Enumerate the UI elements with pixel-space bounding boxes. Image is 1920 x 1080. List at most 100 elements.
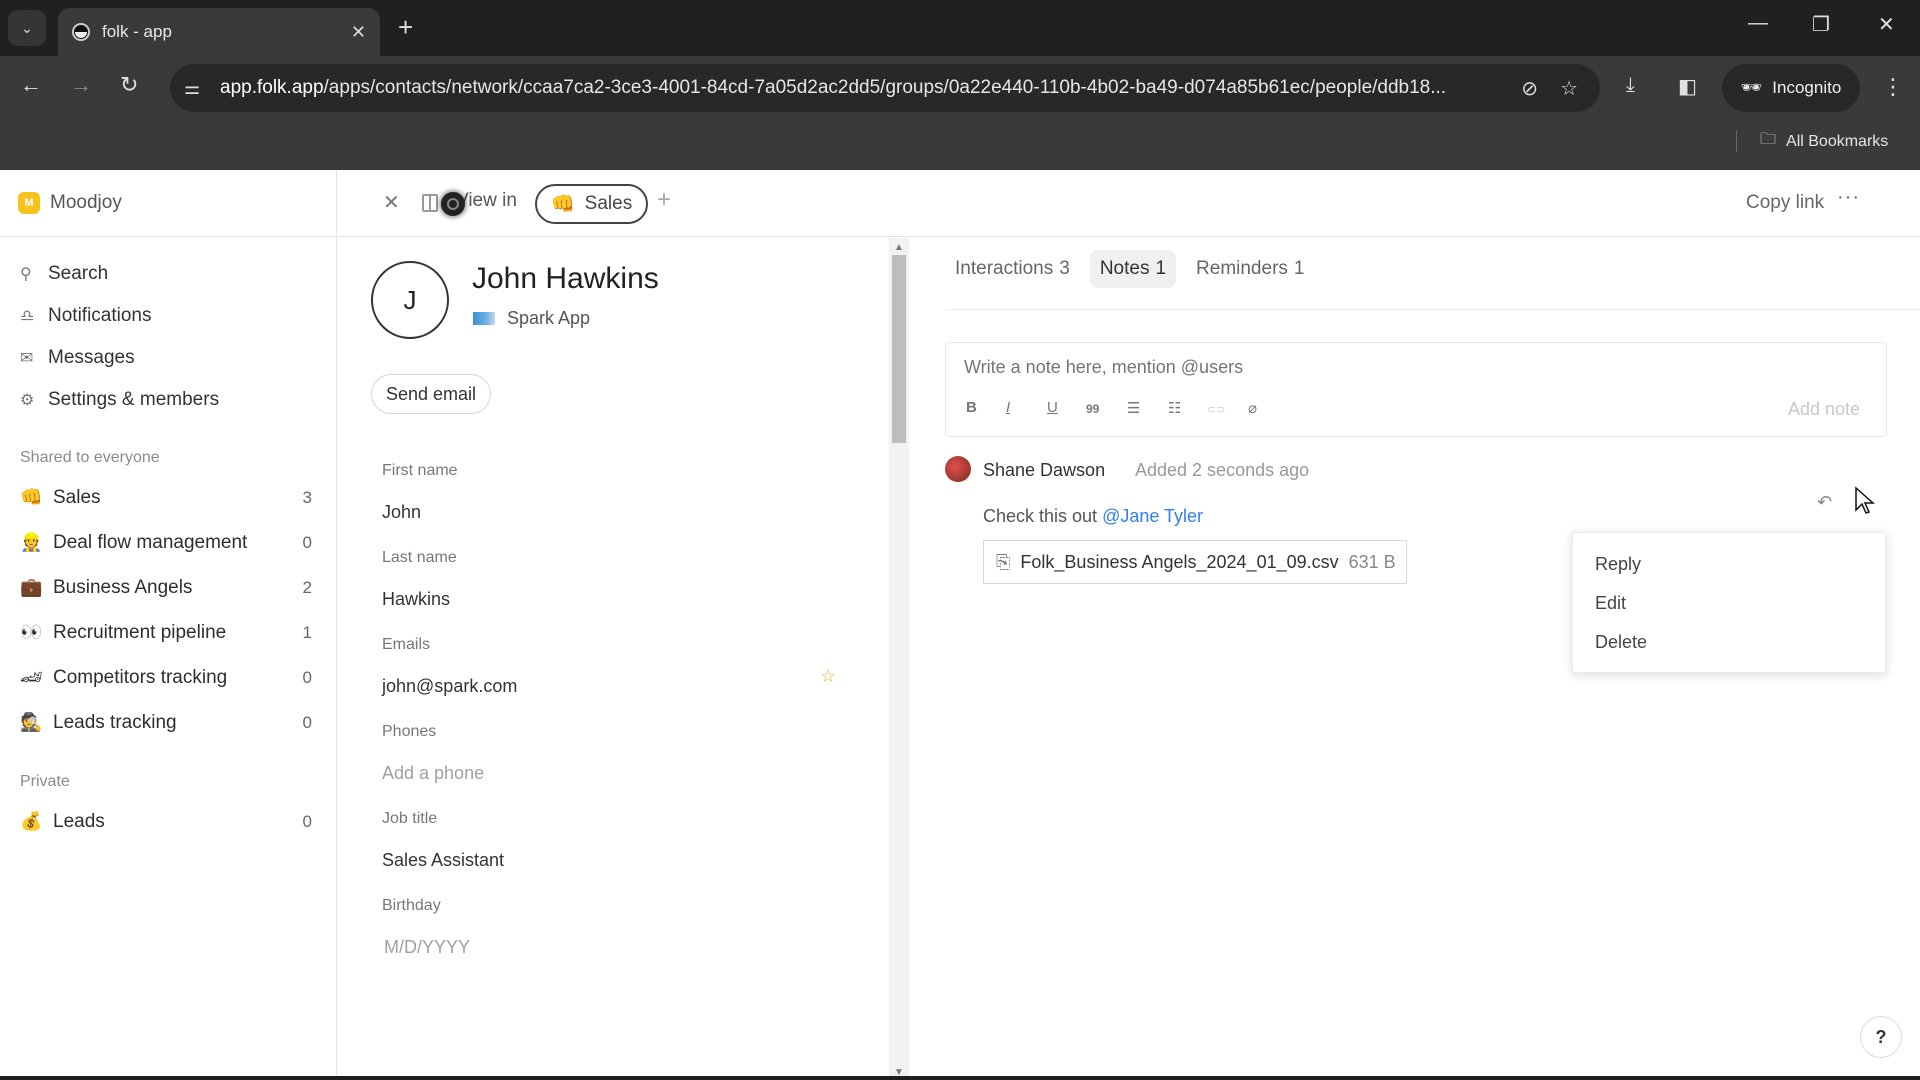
more-options-button[interactable]: ··· [1837, 186, 1860, 209]
note-context-menu: Reply Edit Delete [1572, 532, 1886, 673]
close-tab-icon[interactable]: ✕ [351, 22, 366, 43]
contact-name[interactable]: John Hawkins [472, 262, 659, 296]
browser-toolbar: ← → ↻ ⚌ app.folk.app/apps/contacts/netwo… [0, 56, 1920, 120]
quote-icon[interactable]: 99 [1086, 402, 1099, 416]
bookmark-star-icon[interactable]: ☆ [1560, 76, 1578, 101]
new-tab-button[interactable]: + [398, 12, 413, 43]
sidebar-group-business-angels[interactable]: 💼 Business Angels 2 [0, 565, 336, 610]
tab-reminders[interactable]: Reminders 1 [1186, 250, 1314, 288]
last-name-value[interactable]: Hawkins [382, 589, 457, 610]
group-count: 0 [302, 712, 312, 732]
sidebar-item-messages[interactable]: ✉ Messages [0, 337, 336, 379]
restore-button[interactable]: ❐ [1812, 12, 1830, 37]
favicon-icon [72, 23, 90, 41]
paperclip-icon: ⎘ [996, 551, 1011, 572]
field-last-name: Last name Hawkins [382, 549, 457, 610]
contact-scrollbar[interactable]: ▲ ▼ [889, 238, 909, 1080]
worker-icon: 👷 [20, 532, 43, 552]
sidebar-nav: ⚲ Search ♎ Notifications ✉ Messages ⚙ Se… [0, 237, 336, 421]
sidebar-group-leads[interactable]: 💰 Leads 0 [0, 799, 336, 844]
add-to-group-button[interactable]: + [657, 186, 671, 214]
note-input[interactable] [964, 357, 1564, 378]
detective-icon: 🕵 [20, 712, 43, 732]
help-button[interactable]: ? [1860, 1016, 1902, 1058]
side-panel-icon[interactable]: ◧ [1678, 74, 1697, 99]
close-panel-icon[interactable]: ✕ [383, 190, 400, 215]
menu-item-delete[interactable]: Delete [1573, 623, 1885, 662]
star-icon[interactable]: ☆ [820, 666, 836, 687]
tab-search-button[interactable]: ⌄ [8, 10, 46, 46]
bookmarks-bar: 🗀 All Bookmarks [0, 120, 1920, 170]
download-icon[interactable]: ⤓ [1626, 74, 1635, 97]
tab-notes[interactable]: Notes 1 [1089, 250, 1177, 288]
group-chip-sales[interactable]: 👊 Sales [535, 184, 649, 224]
race-car-icon: 🏎 [20, 667, 43, 687]
divider [945, 309, 1920, 310]
group-count: 2 [302, 577, 312, 597]
eye-off-icon[interactable]: ⊘ [1521, 76, 1538, 101]
attachment-icon[interactable]: ⌀ [1248, 399, 1257, 417]
first-name-value[interactable]: John [382, 502, 458, 523]
folk-app: M Moodjoy ⚲ Search ♎ Notifications ✉ Mes… [0, 170, 1920, 1080]
send-email-button[interactable]: Send email [371, 374, 492, 414]
incognito-indicator[interactable]: 🕶 Incognito [1722, 64, 1860, 112]
numbered-list-icon[interactable]: ☷ [1168, 399, 1181, 417]
field-phones: Phones Add a phone [382, 723, 485, 784]
scrollbar-thumb[interactable] [892, 255, 906, 443]
reply-icon[interactable]: ↶ [1817, 492, 1832, 513]
birthday-input[interactable]: M/D/YYYY [384, 937, 470, 958]
tab-title: folk - app [102, 22, 172, 41]
address-bar[interactable]: ⚌ app.folk.app/apps/contacts/network/cca… [170, 64, 1600, 112]
forward-icon[interactable]: → [70, 72, 92, 98]
bullet-list-icon[interactable]: ☰ [1127, 399, 1140, 417]
attachment-file[interactable]: ⎘ Folk_Business Angels_2024_01_09.csv 63… [983, 540, 1407, 584]
attachment-size: 631 B [1348, 551, 1396, 572]
scroll-up-icon[interactable]: ▲ [889, 242, 909, 253]
minimize-button[interactable]: — [1748, 12, 1768, 35]
browser-tab[interactable]: folk - app ✕ [58, 8, 380, 56]
contact-company[interactable]: Spark App [473, 308, 590, 329]
browser-menu-icon[interactable]: ⋮ [1882, 74, 1904, 100]
eyes-icon: 👀 [20, 622, 43, 642]
note-timestamp: Added 2 seconds ago [1135, 460, 1310, 480]
browser-chrome: ⌄ folk - app ✕ + — ❐ ✕ ← → ↻ ⚌ app.folk.… [0, 0, 1920, 170]
side-panel-toggle-icon[interactable] [422, 194, 438, 212]
workspace-switcher[interactable]: M Moodjoy [0, 170, 336, 237]
sidebar-item-notifications[interactable]: ♎ Notifications [0, 295, 336, 337]
job-title-value[interactable]: Sales Assistant [382, 850, 504, 871]
group-count: 0 [302, 532, 312, 552]
link-icon[interactable]: ⊂⊃ [1207, 403, 1225, 416]
folder-icon: 🗀 [1760, 131, 1777, 148]
all-bookmarks-button[interactable]: 🗀 All Bookmarks [1760, 128, 1888, 155]
bold-icon[interactable]: B [966, 399, 977, 416]
italic-icon[interactable]: I [1006, 399, 1010, 416]
back-icon[interactable]: ← [20, 72, 42, 98]
menu-item-edit[interactable]: Edit [1573, 584, 1885, 623]
shared-groups-list: 👊 Sales 3 👷 Deal flow management 0 💼 Bus… [0, 475, 336, 745]
group-count: 3 [302, 487, 312, 507]
menu-item-reply[interactable]: Reply [1573, 545, 1885, 584]
phone-input[interactable]: Add a phone [382, 763, 484, 784]
sidebar-group-competitors[interactable]: 🏎 Competitors tracking 0 [0, 655, 336, 700]
sidebar-group-recruitment[interactable]: 👀 Recruitment pipeline 1 [0, 610, 336, 655]
sidebar-group-deal-flow[interactable]: 👷 Deal flow management 0 [0, 520, 336, 565]
copy-link-button[interactable]: Copy link [1746, 192, 1824, 214]
reload-icon[interactable]: ↻ [120, 72, 138, 98]
add-note-button[interactable]: Add note [1788, 399, 1860, 420]
site-settings-icon[interactable]: ⚌ [184, 78, 220, 99]
close-window-button[interactable]: ✕ [1878, 12, 1895, 37]
note-body: Check this out @Jane Tyler [983, 506, 1204, 526]
url-text[interactable]: app.folk.app/apps/contacts/network/ccaa7… [220, 77, 1521, 99]
tab-interactions[interactable]: Interactions 3 [945, 250, 1080, 288]
sidebar-item-settings[interactable]: ⚙ Settings & members [0, 379, 336, 421]
sidebar-item-search[interactable]: ⚲ Search [0, 253, 336, 295]
user-mention[interactable]: @Jane Tyler [1102, 506, 1203, 526]
tab-strip: ⌄ folk - app ✕ + — ❐ ✕ [0, 0, 1920, 56]
sidebar-group-leads-tracking[interactable]: 🕵 Leads tracking 0 [0, 700, 336, 745]
avatar[interactable]: J [371, 261, 449, 339]
sidebar-group-sales[interactable]: 👊 Sales 3 [0, 475, 336, 520]
email-value[interactable]: john@spark.com [382, 676, 862, 697]
underline-icon[interactable]: U [1047, 399, 1058, 416]
mail-icon: ✉ [20, 350, 34, 367]
incognito-icon: 🕶 [1740, 78, 1763, 97]
